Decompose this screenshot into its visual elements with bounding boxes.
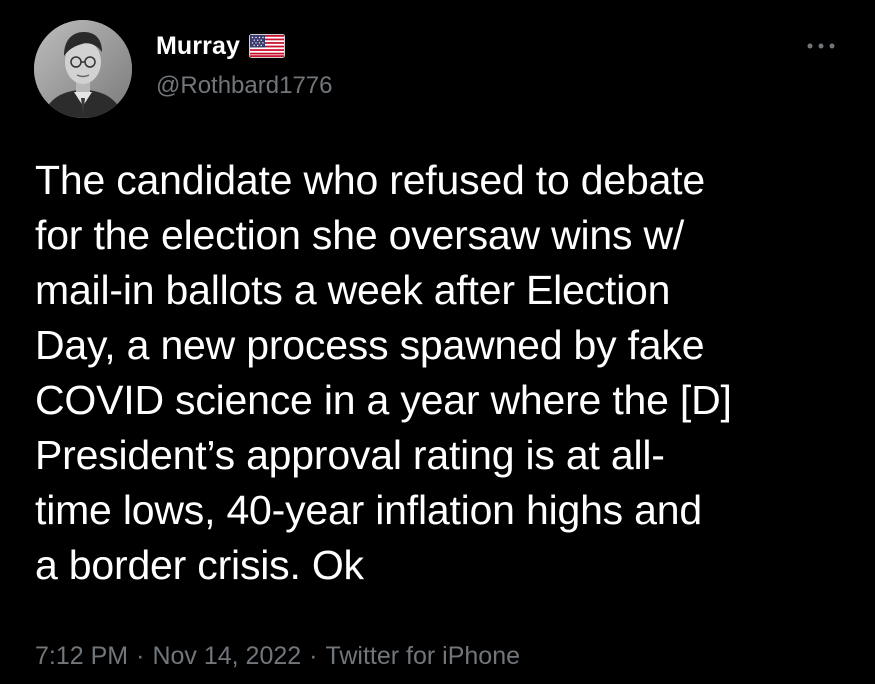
more-options-button[interactable] bbox=[803, 38, 839, 54]
avatar-photo bbox=[34, 20, 132, 118]
tweet-author: Murray @Rothbard1776 bbox=[156, 30, 332, 100]
tweet-text: The candidate who refused to debate for … bbox=[35, 157, 732, 588]
avatar[interactable] bbox=[34, 20, 132, 118]
author-name-row: Murray bbox=[156, 30, 332, 62]
meta-separator: · bbox=[136, 642, 145, 670]
us-flag-icon bbox=[248, 34, 285, 58]
tweet-card: Murray @Rothbard1776 The candidate who r… bbox=[0, 0, 875, 684]
tweet-source[interactable]: Twitter for iPhone bbox=[325, 642, 520, 670]
author-handle[interactable]: @Rothbard1776 bbox=[156, 72, 332, 100]
more-horizontal-icon bbox=[807, 43, 835, 49]
tweet-date[interactable]: Nov 14, 2022 bbox=[152, 642, 301, 670]
meta-separator: · bbox=[309, 642, 318, 670]
tweet-time[interactable]: 7:12 PM bbox=[35, 642, 128, 670]
tweet-metadata: 7:12 PM · Nov 14, 2022 · Twitter for iPhone bbox=[35, 642, 520, 671]
author-display-name[interactable]: Murray bbox=[156, 32, 240, 61]
